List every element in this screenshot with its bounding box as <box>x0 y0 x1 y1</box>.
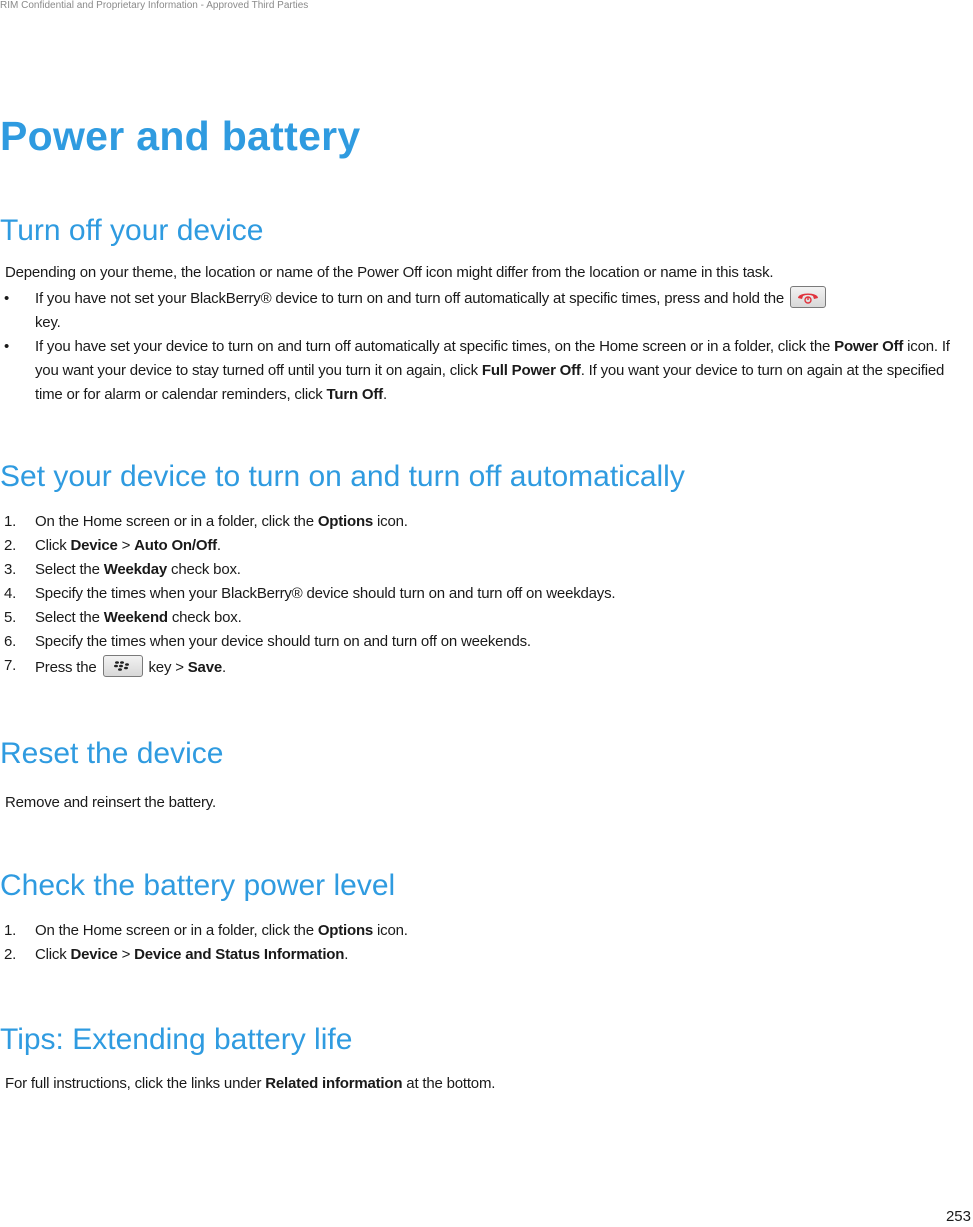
list-item: 6. Specify the times when your device sh… <box>4 633 531 650</box>
battery-level-steps: 1. On the Home screen or in a folder, cl… <box>0 919 965 967</box>
bullet-text: If you have not set your BlackBerry® dev… <box>35 290 785 307</box>
list-item: 5. Select the Weekend check box. <box>4 609 242 626</box>
list-item: 1. On the Home screen or in a folder, cl… <box>4 922 408 939</box>
heading-tips-battery-life: Tips: Extending battery life <box>0 1023 353 1056</box>
bullet-marker: • <box>4 290 10 307</box>
list-item: 1. On the Home screen or in a folder, cl… <box>4 513 408 530</box>
bullet-text-end: key. <box>35 314 61 331</box>
end-call-power-key-icon <box>790 286 827 309</box>
heading-auto-on-off: Set your device to turn on and turn off … <box>0 460 685 493</box>
list-item: 7. Press the key > Save. <box>4 655 226 678</box>
confidential-notice: RIM Confidential and Proprietary Informa… <box>0 0 309 11</box>
power-off-label: Power Off <box>834 338 904 355</box>
list-item: 3. Select the Weekday check box. <box>4 561 241 578</box>
list-item: • If you have not set your BlackBerry® d… <box>0 286 965 335</box>
heading-battery-level: Check the battery power level <box>0 869 396 902</box>
list-item: 2. Click Device > Auto On/Off. <box>4 537 221 554</box>
reset-text: Remove and reinsert the battery. <box>5 794 216 811</box>
list-item: 4. Specify the times when your BlackBerr… <box>4 585 616 602</box>
heading-turn-off-device: Turn off your device <box>0 214 264 247</box>
list-item: 2. Click Device > Device and Status Info… <box>4 946 349 963</box>
turn-off-bullet-list: • If you have not set your BlackBerry® d… <box>0 286 965 407</box>
auto-on-off-steps: 1. On the Home screen or in a folder, cl… <box>0 510 965 680</box>
turn-off-label: Turn Off <box>326 386 384 403</box>
blackberry-menu-key-icon <box>102 655 143 678</box>
list-item: • If you have set your device to turn on… <box>0 335 965 407</box>
bullet-marker: • <box>4 338 10 355</box>
page-number: 253 <box>945 1208 971 1225</box>
related-information-label: Related information <box>265 1075 403 1092</box>
tips-text: For full instructions, click the links u… <box>5 1075 496 1092</box>
page-title: Power and battery <box>0 113 361 159</box>
heading-reset-device: Reset the device <box>0 737 224 770</box>
turn-off-intro: Depending on your theme, the location or… <box>5 264 774 281</box>
full-power-off-label: Full Power Off <box>481 362 581 379</box>
